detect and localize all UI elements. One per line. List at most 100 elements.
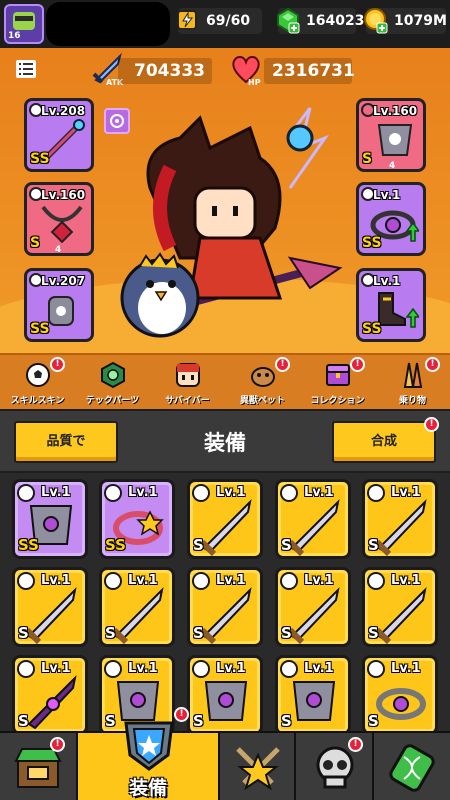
gem-value: 164023 [306, 13, 365, 29]
tab-collection[interactable]: ! コレクション [300, 357, 375, 409]
tab-tech-parts[interactable]: テックパーツ [75, 357, 150, 409]
sword-icon [374, 498, 427, 556]
inventory-item[interactable]: Lv.1 S [275, 567, 351, 647]
item-grade: S [281, 712, 292, 730]
inventory-item[interactable]: Lv.1 S [12, 567, 88, 647]
dna-capsule-icon [389, 744, 435, 792]
energy-counter[interactable]: 69/60 [177, 8, 262, 34]
slot-grade: SS [30, 151, 50, 167]
surfboard-icon [403, 362, 423, 388]
energy-icon [177, 10, 197, 30]
slot-grade: S [30, 235, 41, 251]
equipment-header: 品質で 装備 合成 ! [0, 409, 450, 473]
gem-counter[interactable]: 164023 [277, 7, 364, 34]
hp-value: 2316731 [264, 58, 355, 84]
pet-icon [251, 367, 275, 387]
nav-shop[interactable]: ! [0, 733, 78, 800]
atk-value: 704333 [118, 58, 212, 84]
slot-level: Lv.160 [373, 104, 418, 118]
tab-label: サバイバー [165, 396, 210, 406]
tab-pet[interactable]: ! 異獣ペット [225, 357, 300, 409]
list-menu-icon[interactable] [16, 60, 36, 78]
survivor-face-icon [176, 363, 200, 387]
tab-vehicle[interactable]: ! 乗り物 [375, 357, 450, 409]
slot-weapon[interactable]: Lv.208 SS [24, 98, 94, 172]
slot-stars: 4 [389, 161, 396, 171]
item-grade: S [193, 712, 204, 730]
nav-challenge[interactable]: ! [296, 733, 374, 800]
sort-by-quality-button[interactable]: 品質で [14, 421, 118, 463]
inventory-item[interactable]: Lv.1 S [187, 655, 263, 731]
hero-character [120, 107, 343, 338]
gold-coin-icon [364, 8, 388, 34]
ring-icon [376, 688, 426, 720]
tab-label: テックパーツ [85, 396, 140, 406]
equipment-shield-icon [124, 721, 174, 771]
slot-boots[interactable]: Lv.1 SS [356, 268, 426, 342]
sword-icon [24, 586, 77, 644]
item-grade: S [18, 712, 29, 730]
bottom-nav: ! ! 装備 ! [0, 707, 450, 800]
nav-evolve[interactable] [374, 733, 450, 800]
slot-level: Lv.207 [41, 274, 86, 288]
hex-gear-icon [101, 361, 125, 389]
spiked-sword-icon [27, 674, 77, 730]
slot-level: Lv.160 [41, 188, 86, 202]
inventory-item[interactable]: Lv.1 S [362, 567, 438, 647]
slot-level: Lv.208 [41, 104, 86, 118]
top-bar: 16 69/60 164023 1079M [0, 0, 450, 48]
shop-icon [14, 748, 62, 788]
tab-label: 乗り物 [398, 396, 426, 406]
nav-equipment-label: 装備 [128, 777, 167, 799]
gold-counter[interactable]: 1079M [364, 8, 447, 34]
inventory-grid: Lv.1 SS Lv.1 SS Lv.1 S Lv.1 S Lv.1 S Lv.1 S Lv.1 S Lv.… [0, 473, 450, 731]
equipment-title: 装備 [204, 431, 246, 455]
hero-panel: ATK 704333 HP 2316731 Lv.208 SS Lv.160 S… [0, 48, 450, 353]
soccer-ball-icon [26, 363, 50, 387]
item-grade: S [368, 712, 379, 730]
slot-belt[interactable]: Lv.1 SS [356, 182, 426, 256]
player-level: 16 [8, 31, 21, 41]
nav-battle[interactable] [220, 733, 296, 800]
inventory-item[interactable]: Lv.1 SS [99, 479, 175, 559]
tab-skill-skin[interactable]: ! スキルスキン [0, 357, 75, 409]
item-grade: S [281, 536, 292, 554]
armor-icon [377, 124, 413, 156]
inventory-item[interactable]: Lv.1 S [187, 567, 263, 647]
crossed-swords-star-icon [236, 747, 280, 791]
slot-stars: 4 [55, 245, 62, 255]
item-grade: S [193, 536, 204, 554]
item-grade: SS [18, 536, 39, 554]
nav-equipment[interactable]: ! 装備 [78, 707, 220, 800]
tab-survivor[interactable]: サバイバー [150, 357, 225, 409]
player-avatar[interactable]: 16 [4, 4, 44, 44]
slot-level: Lv.1 [373, 274, 401, 288]
item-grade: SS [105, 536, 126, 554]
chest-icon [326, 364, 350, 386]
inventory-item[interactable]: Lv.1 SS [12, 479, 88, 559]
inventory-item[interactable]: Lv.1 S [362, 655, 438, 731]
inventory-item[interactable]: Lv.1 S [275, 655, 351, 731]
inventory-item[interactable]: Lv.1 S [362, 479, 438, 559]
slot-gloves[interactable]: Lv.207 SS [24, 268, 94, 342]
sword-icon [374, 586, 427, 644]
category-tabs: ! スキルスキン テックパーツ サバイバー ! 異獣ペット ! コレクション !… [0, 353, 450, 409]
slot-armor[interactable]: Lv.160 S 4 [356, 98, 426, 172]
inventory-item[interactable]: Lv.1 S [275, 479, 351, 559]
armor-icon [292, 681, 336, 721]
gold-value: 1079M [394, 13, 447, 29]
slot-level: Lv.1 [373, 188, 401, 202]
merge-button[interactable]: 合成 [332, 421, 436, 463]
hp-label: HP [248, 78, 261, 87]
slot-necklace[interactable]: Lv.160 S 4 [24, 182, 94, 256]
inventory-item[interactable]: Lv.1 S [187, 479, 263, 559]
notification-badge: ! [425, 357, 440, 372]
notification-badge: ! [174, 707, 189, 722]
merge-notification-badge: ! [424, 417, 439, 432]
tab-label: コレクション [310, 396, 365, 406]
inventory-item[interactable]: Lv.1 S [99, 567, 175, 647]
tab-label: 異獣ペット [239, 396, 285, 406]
inventory-item[interactable]: Lv.1 S [12, 655, 88, 731]
tab-label: スキルスキン [10, 396, 65, 406]
notification-badge: ! [50, 737, 65, 752]
